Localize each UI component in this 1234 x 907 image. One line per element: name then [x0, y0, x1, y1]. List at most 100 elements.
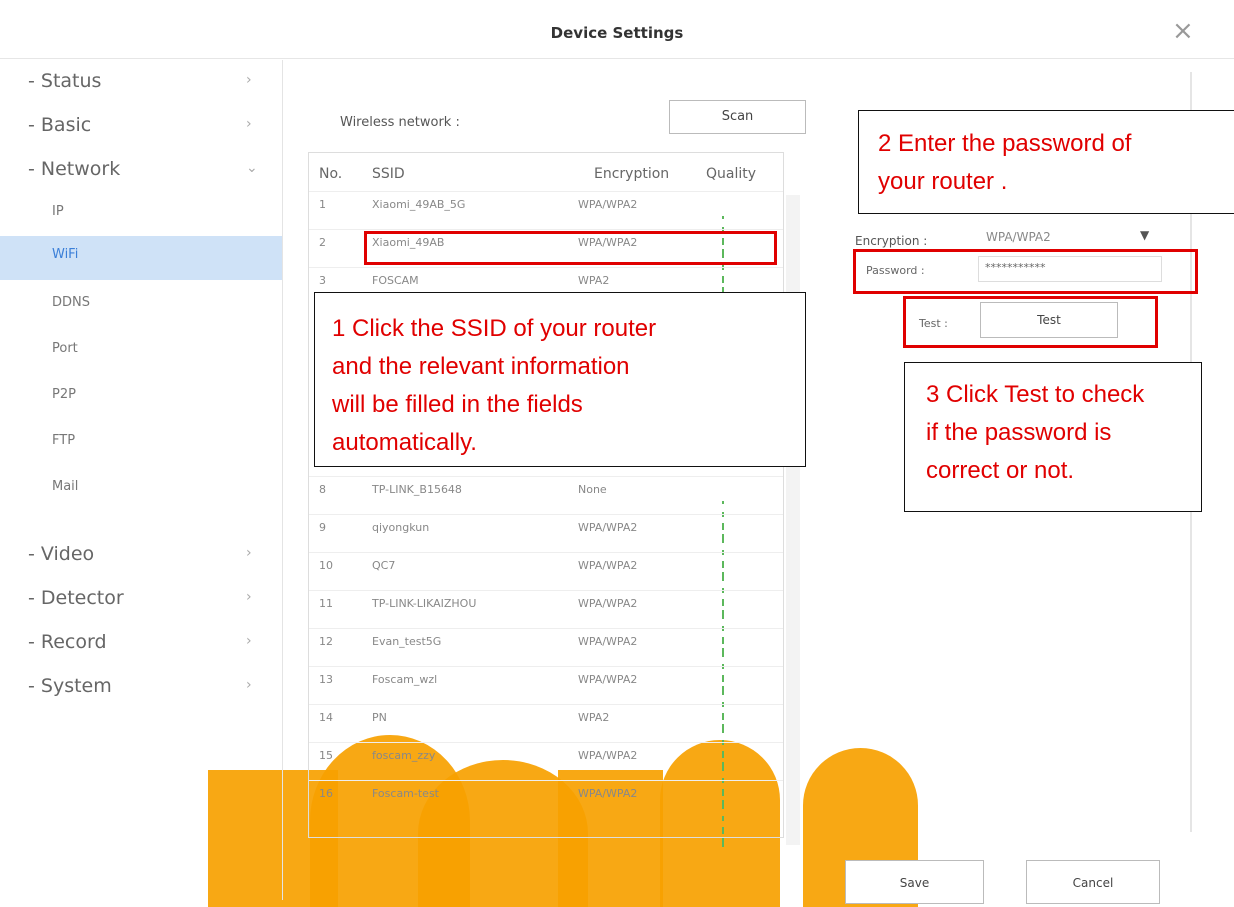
table-row[interactable]: 12 Evan_test5G WPA/WPA2 [309, 628, 783, 695]
sidebar-item-label: Mail [52, 479, 79, 494]
sidebar-item-label: IP [52, 204, 64, 219]
sidebar-item-ip[interactable]: IP [0, 193, 282, 233]
row-ssid: qiyongkun [372, 521, 430, 534]
row-encryption: WPA/WPA2 [578, 749, 638, 762]
sidebar-item-label: - Network [28, 158, 121, 180]
table-row[interactable]: 14 PN WPA2 [309, 704, 783, 771]
row-ssid: TP-LINK_B15648 [372, 483, 462, 496]
row-encryption: None [578, 483, 607, 496]
sidebar-item-port[interactable]: Port [0, 330, 282, 370]
sidebar-item-label: - System [28, 675, 112, 697]
row-ssid: TP-LINK-LIKAIZHOU [372, 597, 477, 610]
encryption-label: Encryption : [855, 234, 928, 248]
callout-step-1: 1 Click the SSID of your router and the … [314, 292, 806, 467]
row-no: 11 [319, 597, 333, 610]
row-ssid: Foscam_wzl [372, 673, 438, 686]
callout-line: correct or not. [926, 457, 1075, 484]
column-header-quality: Quality [706, 166, 757, 182]
row-no: 1 [319, 198, 326, 211]
sidebar-item-detector[interactable]: - Detector › [0, 579, 282, 619]
sidebar-item-system[interactable]: - System › [0, 667, 282, 707]
sidebar-item-label: - Detector [28, 587, 124, 609]
sidebar-item-video[interactable]: - Video › [0, 535, 282, 575]
table-row[interactable]: 16 Foscam-test WPA/WPA2 [309, 780, 783, 847]
sidebar-item-mail[interactable]: Mail [0, 468, 282, 508]
row-ssid: QC7 [372, 559, 396, 572]
row-no: 9 [319, 521, 326, 534]
column-header-ssid: SSID [372, 166, 405, 182]
highlight-password [853, 249, 1198, 294]
chevron-right-icon: › [246, 116, 252, 132]
chevron-right-icon: › [246, 545, 252, 561]
highlight-ssid-row [364, 231, 777, 265]
window-title: Device Settings [550, 24, 684, 42]
sidebar-item-label: - Video [28, 543, 95, 565]
sidebar: - Status › - Basic › - Network ⌄ IP WiFi DD… [0, 60, 283, 900]
sidebar-item-wifi[interactable]: WiFi [0, 236, 282, 280]
sidebar-item-label: - Record [28, 631, 107, 653]
row-encryption: WPA/WPA2 [578, 787, 638, 800]
sidebar-item-label: Port [52, 341, 78, 356]
sidebar-item-label: DDNS [52, 295, 90, 310]
row-encryption: WPA/WPA2 [578, 198, 638, 211]
row-ssid: Xiaomi_49AB_5G [372, 198, 466, 211]
table-row[interactable]: 10 QC7 WPA/WPA2 [309, 552, 783, 619]
sidebar-item-record[interactable]: - Record › [0, 623, 282, 663]
encryption-select[interactable]: WPA/WPA2 [986, 230, 1051, 244]
chevron-right-icon: › [246, 677, 252, 693]
row-no: 16 [319, 787, 333, 800]
row-ssid: Evan_test5G [372, 635, 442, 648]
scan-button[interactable]: Scan [669, 100, 806, 134]
callout-line: 3 Click Test to check [926, 381, 1145, 408]
callout-line: automatically. [332, 429, 477, 456]
table-row[interactable]: 11 TP-LINK-LIKAIZHOU WPA/WPA2 [309, 590, 783, 657]
row-no: 12 [319, 635, 333, 648]
column-header-no: No. [319, 166, 343, 182]
table-row[interactable]: 13 Foscam_wzl WPA/WPA2 [309, 666, 783, 733]
table-row[interactable]: 8 TP-LINK_B15648 None [309, 476, 783, 543]
row-encryption: WPA/WPA2 [578, 673, 638, 686]
chevron-down-icon: ⌄ [246, 160, 258, 176]
callout-line: if the password is [926, 419, 1112, 446]
row-ssid: FOSCAM [372, 274, 419, 287]
row-no: 3 [319, 274, 326, 287]
row-encryption: WPA2 [578, 711, 610, 724]
sidebar-item-basic[interactable]: - Basic › [0, 106, 282, 146]
sidebar-item-label: - Status [28, 70, 102, 92]
wireless-network-label: Wireless network : [340, 115, 460, 130]
cancel-button[interactable]: Cancel [1026, 860, 1160, 904]
row-ssid: PN [372, 711, 387, 724]
row-no: 13 [319, 673, 333, 686]
sidebar-item-p2p[interactable]: P2P [0, 376, 282, 416]
callout-line: your router . [878, 168, 1008, 195]
sidebar-item-label: WiFi [52, 247, 79, 262]
sidebar-item-label: - Basic [28, 114, 92, 136]
callout-step-2: 2 Enter the password of your router . [858, 110, 1234, 214]
sidebar-item-ftp[interactable]: FTP [0, 422, 282, 462]
sidebar-item-network[interactable]: - Network ⌄ [0, 150, 282, 190]
save-button[interactable]: Save [845, 860, 984, 904]
close-icon[interactable]: × [1172, 18, 1194, 44]
sidebar-item-ddns[interactable]: DDNS [0, 284, 282, 324]
sidebar-item-label: FTP [52, 433, 76, 448]
row-encryption: WPA/WPA2 [578, 597, 638, 610]
row-encryption: WPA2 [578, 274, 610, 287]
callout-line: 2 Enter the password of [878, 130, 1132, 157]
row-ssid: Foscam-test [372, 787, 439, 800]
table-row[interactable]: 15 foscam_zzy WPA/WPA2 [309, 742, 783, 809]
column-header-encryption: Encryption [594, 166, 670, 182]
callout-line: and the relevant information [332, 353, 630, 380]
row-encryption: WPA/WPA2 [578, 635, 638, 648]
callout-line: will be filled in the fields [332, 391, 583, 418]
callout-line: 1 Click the SSID of your router [332, 315, 657, 342]
row-no: 8 [319, 483, 326, 496]
row-no: 14 [319, 711, 333, 724]
dropdown-arrow-icon: ▼ [1140, 228, 1150, 242]
table-row[interactable]: 1 Xiaomi_49AB_5G WPA/WPA2 [309, 191, 783, 258]
sidebar-item-status[interactable]: - Status › [0, 62, 282, 102]
row-no: 2 [319, 236, 326, 249]
callout-step-3: 3 Click Test to check if the password is… [904, 362, 1202, 512]
row-ssid: foscam_zzy [372, 749, 436, 762]
row-no: 10 [319, 559, 333, 572]
table-row[interactable]: 9 qiyongkun WPA/WPA2 [309, 514, 783, 581]
